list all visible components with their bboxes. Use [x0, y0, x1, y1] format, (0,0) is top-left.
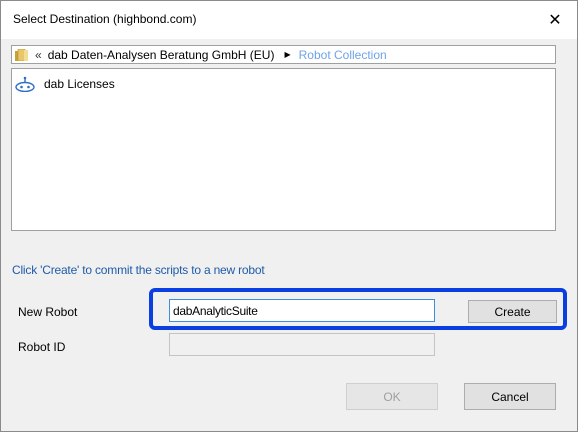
cancel-button[interactable]: Cancel — [464, 383, 556, 410]
list-item[interactable]: dab Licenses — [14, 75, 115, 93]
title-bar: Select Destination (highbond.com) ✕ — [1, 1, 577, 39]
robot-list[interactable]: dab Licenses — [11, 68, 556, 231]
new-robot-input[interactable] — [169, 299, 435, 322]
window-title: Select Destination (highbond.com) — [13, 12, 197, 26]
robot-id-input — [169, 333, 435, 356]
ok-button[interactable]: OK — [346, 383, 438, 410]
create-button[interactable]: Create — [468, 300, 557, 323]
list-item-label: dab Licenses — [44, 77, 115, 91]
create-hint: Click 'Create' to commit the scripts to … — [12, 263, 265, 277]
new-robot-label: New Robot — [18, 305, 78, 319]
breadcrumb-organization[interactable]: dab Daten-Analysen Beratung GmbH (EU) — [48, 48, 275, 62]
breadcrumb: « dab Daten-Analysen Beratung GmbH (EU) … — [11, 45, 556, 64]
close-icon: ✕ — [548, 12, 562, 29]
select-destination-dialog: Select Destination (highbond.com) ✕ « da… — [0, 0, 578, 432]
breadcrumb-back-icon[interactable]: « — [35, 48, 42, 62]
close-button[interactable]: ✕ — [533, 1, 577, 39]
robot-id-label: Robot ID — [18, 340, 66, 354]
folder-icon[interactable] — [15, 48, 29, 61]
breadcrumb-separator-icon: ▶ — [284, 50, 291, 59]
robot-icon — [15, 76, 35, 92]
breadcrumb-current[interactable]: Robot Collection — [299, 48, 387, 62]
